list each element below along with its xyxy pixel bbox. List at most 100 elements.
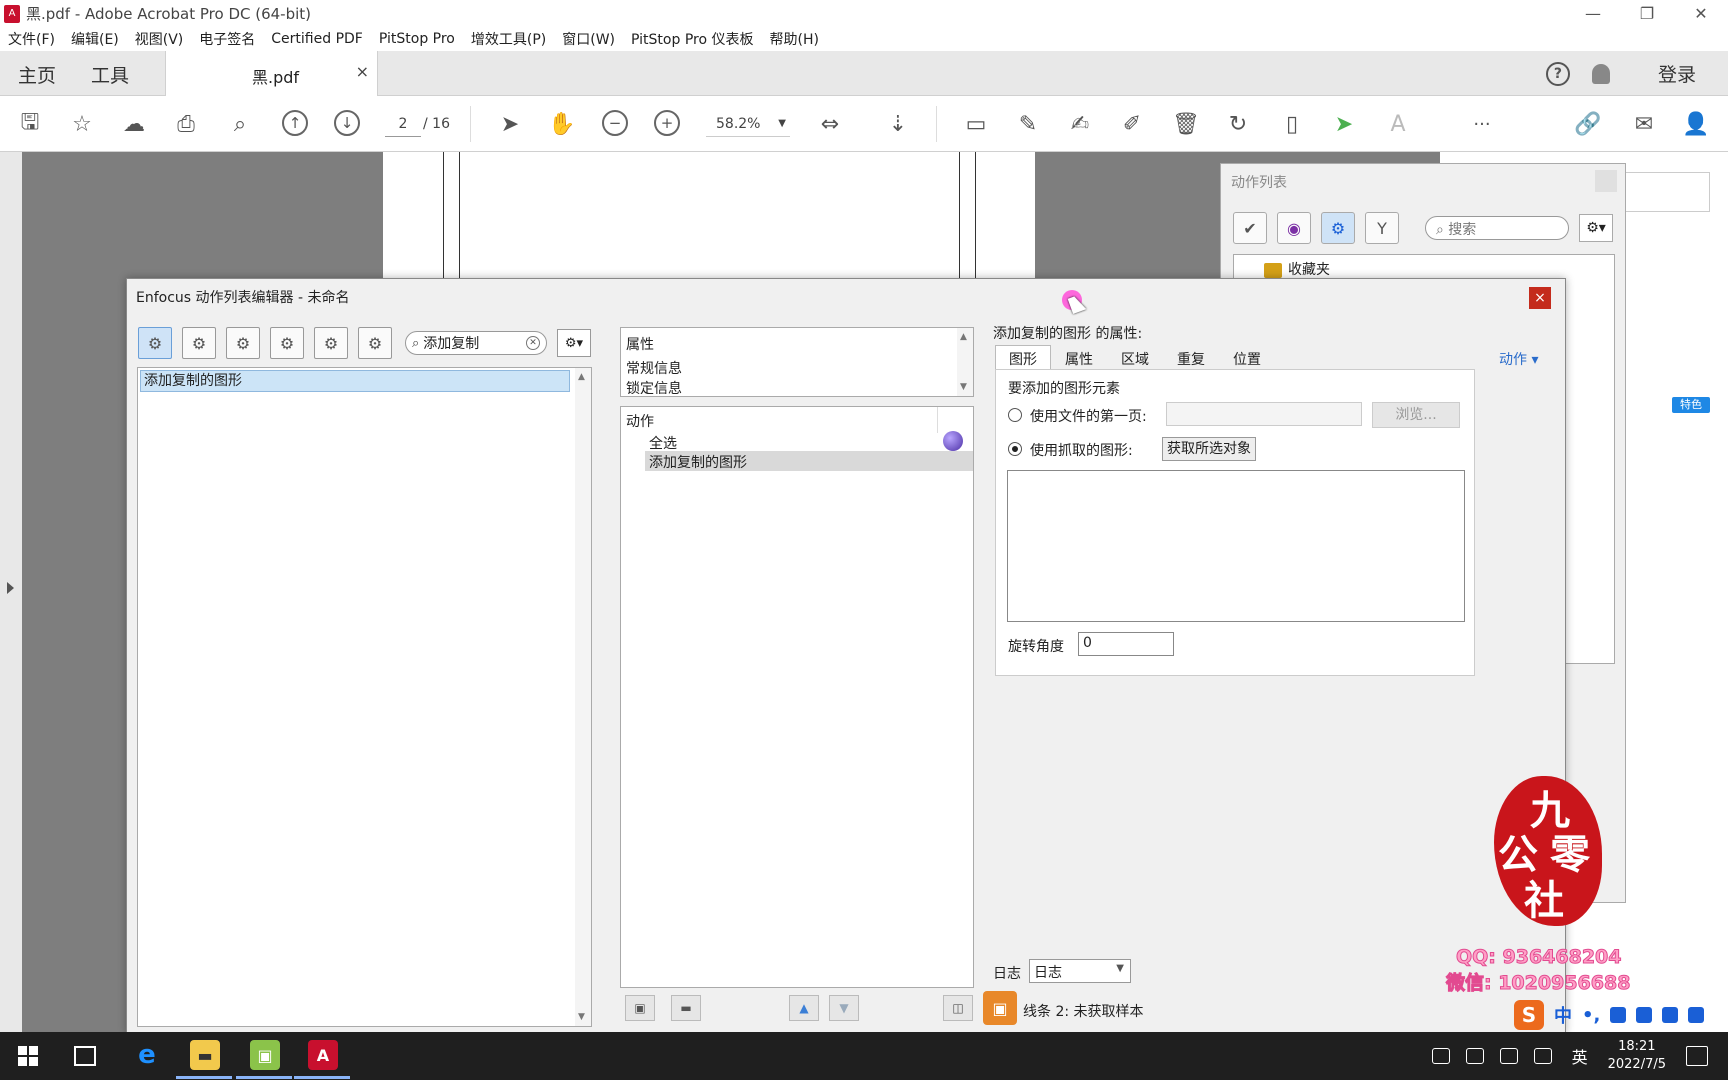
log-select[interactable]: 日志 ▼: [1029, 959, 1131, 983]
network-icon[interactable]: [1499, 1048, 1518, 1064]
volume-icon[interactable]: [1533, 1048, 1552, 1064]
change-action-icon[interactable]: ⚙: [226, 327, 260, 359]
tab-tools[interactable]: 工具: [91, 61, 129, 88]
gear-filter-icon[interactable]: ⚙: [1321, 212, 1355, 244]
expand-arrow-icon[interactable]: [7, 582, 14, 594]
action-list-search-input[interactable]: ⌕ 搜索: [1425, 216, 1569, 240]
notification-icon[interactable]: [1686, 1046, 1708, 1066]
move-up-icon[interactable]: ▲: [789, 995, 819, 1021]
tab-position[interactable]: 位置: [1219, 345, 1275, 369]
next-page-icon[interactable]: ↓: [334, 110, 360, 136]
scrollbar[interactable]: ▲ ▼: [575, 368, 591, 1026]
rotate-icon[interactable]: ↻: [1224, 110, 1252, 138]
check-action-icon[interactable]: ⚙: [270, 327, 304, 359]
menu-view[interactable]: 视图(V): [127, 29, 192, 49]
add-action-icon[interactable]: ▣: [625, 995, 655, 1021]
filter-icon[interactable]: Y: [1365, 212, 1399, 244]
scroll-down-icon[interactable]: ▼: [578, 1012, 585, 1022]
trash-icon[interactable]: 🗑: [1172, 110, 1200, 138]
menu-pitstop-dashboard[interactable]: PitStop Pro 仪表板: [623, 29, 761, 49]
favorites-folder[interactable]: 收藏夹: [1264, 259, 1330, 279]
sign-icon[interactable]: ✍: [1066, 110, 1094, 138]
scroll-up-icon[interactable]: ▲: [578, 372, 585, 382]
text-tool-icon[interactable]: A: [1384, 110, 1412, 138]
list-item[interactable]: 常规信息: [626, 358, 682, 378]
input-language[interactable]: 英: [1572, 1044, 1588, 1068]
hand-icon[interactable]: ✋: [548, 110, 576, 138]
ime-punct[interactable]: •,: [1582, 1005, 1600, 1026]
editor-search-input[interactable]: ⌕ 添加复制 ✕: [405, 331, 547, 355]
tray-expand-icon[interactable]: [1465, 1048, 1484, 1064]
action-item[interactable]: 全选: [649, 433, 677, 453]
scroll-mode-icon[interactable]: ⇣: [884, 110, 912, 138]
info-action-icon[interactable]: ⚙: [314, 327, 348, 359]
email-icon[interactable]: ✉: [1630, 110, 1658, 138]
list-item[interactable]: 添加复制的图形: [140, 370, 570, 392]
edit-action-icon[interactable]: ⚙: [358, 327, 392, 359]
rotation-input[interactable]: 0: [1078, 632, 1174, 656]
menu-edit[interactable]: 编辑(E): [63, 29, 127, 49]
close-window-button[interactable]: ✕: [1674, 0, 1728, 27]
menu-window[interactable]: 窗口(W): [554, 29, 623, 49]
page-number-input[interactable]: 2: [385, 111, 421, 137]
login-button[interactable]: 登录: [1658, 60, 1696, 87]
select-arrow-icon[interactable]: ➤: [496, 110, 524, 138]
menu-certified-pdf[interactable]: Certified PDF: [263, 31, 371, 47]
scroll-up-icon[interactable]: ▲: [960, 332, 967, 342]
editor-close-button[interactable]: ×: [1529, 287, 1551, 309]
select-action-icon[interactable]: ⚙: [182, 327, 216, 359]
right-panel-field[interactable]: [1620, 172, 1710, 212]
zoom-in-icon[interactable]: +: [654, 110, 680, 136]
browse-button[interactable]: 浏览...: [1372, 402, 1460, 428]
zoom-out-icon[interactable]: −: [602, 110, 628, 136]
tag-edit-icon[interactable]: ✐: [1118, 110, 1146, 138]
fit-page-icon[interactable]: ⇔: [816, 110, 844, 138]
editor-gear-icon[interactable]: ⚙▾: [557, 329, 591, 357]
pdf-page[interactable]: [383, 152, 1035, 282]
action-list-gear-icon[interactable]: ⚙▾: [1579, 214, 1613, 242]
task-view-icon[interactable]: [74, 1046, 96, 1066]
menu-help[interactable]: 帮助(H): [761, 29, 826, 49]
list-item[interactable]: 锁定信息: [626, 378, 682, 394]
restore-button[interactable]: ❐: [1620, 0, 1674, 27]
file-path-input[interactable]: [1166, 402, 1362, 426]
skin-icon[interactable]: [1662, 1007, 1679, 1023]
tab-graphic[interactable]: 图形: [995, 345, 1051, 369]
save-icon[interactable]: 🖫: [16, 110, 44, 138]
action-item[interactable]: 添加复制的图形: [649, 452, 747, 472]
captured-graphic-radio[interactable]: [1008, 442, 1022, 456]
clock[interactable]: 18:21 2022/7/5: [1608, 1038, 1666, 1074]
edge-browser-icon[interactable]: e: [132, 1040, 162, 1070]
close-tab-icon[interactable]: ×: [356, 62, 369, 81]
sogou-ime-icon[interactable]: S: [1514, 1000, 1544, 1030]
upload-cloud-icon[interactable]: ☁: [120, 110, 148, 138]
clear-search-icon[interactable]: ✕: [526, 336, 540, 350]
menu-esign[interactable]: 电子签名: [191, 29, 263, 49]
move-down-icon[interactable]: ▼: [829, 995, 859, 1021]
tab-region[interactable]: 区域: [1107, 345, 1163, 369]
scrollbar[interactable]: ▲ ▼: [957, 328, 973, 396]
green-app-icon[interactable]: ▣: [250, 1040, 280, 1070]
remove-action-icon[interactable]: ▬: [671, 995, 701, 1021]
pitstop-select-icon[interactable]: ➤: [1330, 110, 1358, 138]
action-list-close-button[interactable]: [1595, 170, 1617, 192]
ime-language[interactable]: 中: [1554, 1002, 1572, 1028]
print-icon[interactable]: ⎙: [172, 110, 200, 138]
get-selected-button[interactable]: 获取所选对象: [1162, 437, 1256, 461]
highlight-pen-icon[interactable]: ✎: [1014, 110, 1042, 138]
zoom-search-icon[interactable]: ⌕: [226, 110, 254, 138]
grid-icon[interactable]: [1688, 1007, 1705, 1023]
star-icon[interactable]: ☆: [68, 110, 96, 138]
page-properties-icon[interactable]: ▯: [1278, 110, 1306, 138]
menu-pitstop-pro[interactable]: PitStop Pro: [371, 31, 463, 47]
menu-file[interactable]: 文件(F): [0, 29, 63, 49]
share-link-icon[interactable]: 🔗: [1574, 110, 1602, 138]
acrobat-taskbar-icon[interactable]: A: [308, 1040, 338, 1070]
mic-icon[interactable]: [1610, 1007, 1627, 1023]
globe-icon[interactable]: ◉: [1277, 212, 1311, 244]
tab-attributes[interactable]: 属性: [1051, 345, 1107, 369]
windows-start-icon[interactable]: [18, 1046, 38, 1066]
scroll-down-icon[interactable]: ▼: [960, 382, 967, 392]
minimize-button[interactable]: —: [1566, 0, 1620, 27]
check-icon[interactable]: ✔: [1233, 212, 1267, 244]
